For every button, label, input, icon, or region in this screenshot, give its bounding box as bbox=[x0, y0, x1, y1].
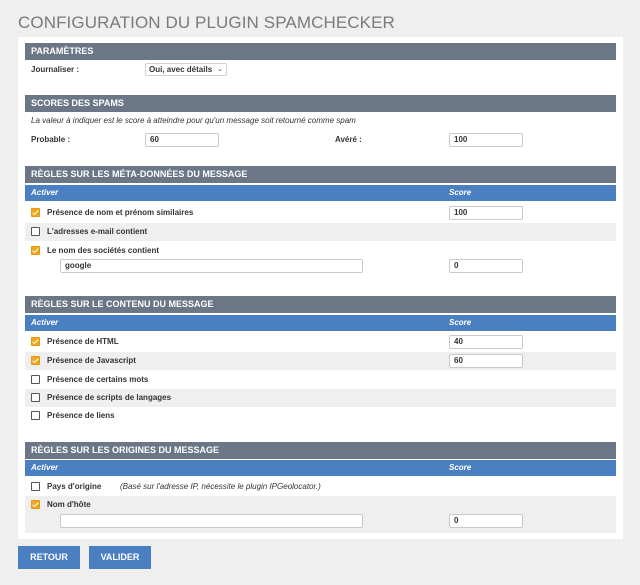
contenu-rule-row: Présence de certains mots bbox=[25, 371, 616, 389]
contenu-rule-score-input[interactable]: 40 bbox=[449, 335, 523, 349]
geolocator-note: (Basé sur l'adresse IP, nécessite le plu… bbox=[120, 482, 321, 491]
meta-rule-checkbox[interactable] bbox=[31, 246, 40, 255]
origines-rule-checkbox[interactable] bbox=[31, 500, 40, 509]
scores-description: La valeur à indiquer est le score à atte… bbox=[31, 116, 356, 125]
config-panel: PARAMÈTRES Journaliser : Oui, avec détai… bbox=[18, 37, 623, 539]
meta-rule-row: L'adresses e-mail contient bbox=[25, 223, 616, 241]
column-score: Score bbox=[449, 463, 472, 472]
column-activer: Activer bbox=[31, 318, 59, 327]
meta-rule-label: Présence de nom et prénom similaires bbox=[47, 208, 194, 217]
chevron-down-icon: ⌄ bbox=[217, 66, 223, 73]
contenu-rule-checkbox[interactable] bbox=[31, 375, 40, 384]
origines-rule-row: Nom d'hôte 0 bbox=[25, 496, 616, 533]
origines-rule-label: Nom d'hôte bbox=[47, 500, 91, 509]
contenu-rule-label: Présence de Javascript bbox=[47, 356, 136, 365]
contenu-rule-label: Présence de certains mots bbox=[47, 375, 149, 384]
meta-rule-label: L'adresses e-mail contient bbox=[47, 227, 148, 236]
contenu-rule-row: Présence de liens bbox=[25, 407, 616, 425]
section-header-parametres: PARAMÈTRES bbox=[25, 43, 616, 60]
contenu-column-header: Activer Score bbox=[25, 315, 616, 331]
origines-column-header: Activer Score bbox=[25, 460, 616, 476]
origines-rule-checkbox[interactable] bbox=[31, 482, 40, 491]
meta-column-header: Activer Score bbox=[25, 185, 616, 201]
meta-rule-label: Le nom des sociétés contient bbox=[47, 246, 160, 255]
contenu-rule-row: Présence de HTML 40 bbox=[25, 333, 616, 351]
hostname-text-input[interactable] bbox=[60, 514, 363, 528]
journaliser-select[interactable]: Oui, avec détails ⌄ bbox=[145, 63, 227, 76]
journaliser-label: Journaliser : bbox=[31, 65, 80, 74]
contenu-rule-label: Présence de HTML bbox=[47, 337, 119, 346]
meta-rule-score-input[interactable]: 100 bbox=[449, 206, 523, 220]
avere-label: Avéré : bbox=[335, 135, 362, 144]
column-score: Score bbox=[449, 188, 472, 197]
column-activer: Activer bbox=[31, 188, 59, 197]
section-header-meta: RÈGLES SUR LES MÉTA-DONNÉES DU MESSAGE bbox=[25, 166, 616, 183]
meta-rule-checkbox[interactable] bbox=[31, 227, 40, 236]
contenu-rule-label: Présence de liens bbox=[47, 411, 115, 420]
section-header-scores: SCORES DES SPAMS bbox=[25, 95, 616, 112]
section-header-contenu: RÈGLES SUR LE CONTENU DU MESSAGE bbox=[25, 296, 616, 313]
meta-rule-row: Le nom des sociétés contient google 0 bbox=[25, 242, 616, 279]
meta-rule-score-input[interactable]: 0 bbox=[449, 259, 523, 273]
retour-button[interactable]: RETOUR bbox=[18, 546, 80, 569]
meta-rule-row: Présence de nom et prénom similaires 100 bbox=[25, 204, 616, 222]
valider-button[interactable]: VALIDER bbox=[89, 546, 151, 569]
origines-rule-label: Pays d'origine bbox=[47, 482, 102, 491]
contenu-rule-checkbox[interactable] bbox=[31, 356, 40, 365]
contenu-rule-row: Présence de scripts de langages bbox=[25, 389, 616, 407]
contenu-rule-checkbox[interactable] bbox=[31, 337, 40, 346]
origines-rule-score-input[interactable]: 0 bbox=[449, 514, 523, 528]
probable-input[interactable]: 60 bbox=[145, 133, 219, 147]
journaliser-value: Oui, avec détails bbox=[149, 65, 213, 74]
avere-input[interactable]: 100 bbox=[449, 133, 523, 147]
column-score: Score bbox=[449, 318, 472, 327]
column-activer: Activer bbox=[31, 463, 59, 472]
meta-rule-checkbox[interactable] bbox=[31, 208, 40, 217]
contenu-rule-checkbox[interactable] bbox=[31, 393, 40, 402]
contenu-rule-row: Présence de Javascript 60 bbox=[25, 352, 616, 370]
contenu-rule-label: Présence de scripts de langages bbox=[47, 393, 172, 402]
origines-rule-row: Pays d'origine (Basé sur l'adresse IP, n… bbox=[25, 478, 616, 496]
section-header-origines: RÈGLES SUR LES ORIGINES DU MESSAGE bbox=[25, 442, 616, 459]
page-title: CONFIGURATION DU PLUGIN SPAMCHECKER bbox=[18, 13, 395, 32]
probable-label: Probable : bbox=[31, 135, 71, 144]
societes-text-input[interactable]: google bbox=[60, 259, 363, 273]
contenu-rule-checkbox[interactable] bbox=[31, 411, 40, 420]
contenu-rule-score-input[interactable]: 60 bbox=[449, 354, 523, 368]
